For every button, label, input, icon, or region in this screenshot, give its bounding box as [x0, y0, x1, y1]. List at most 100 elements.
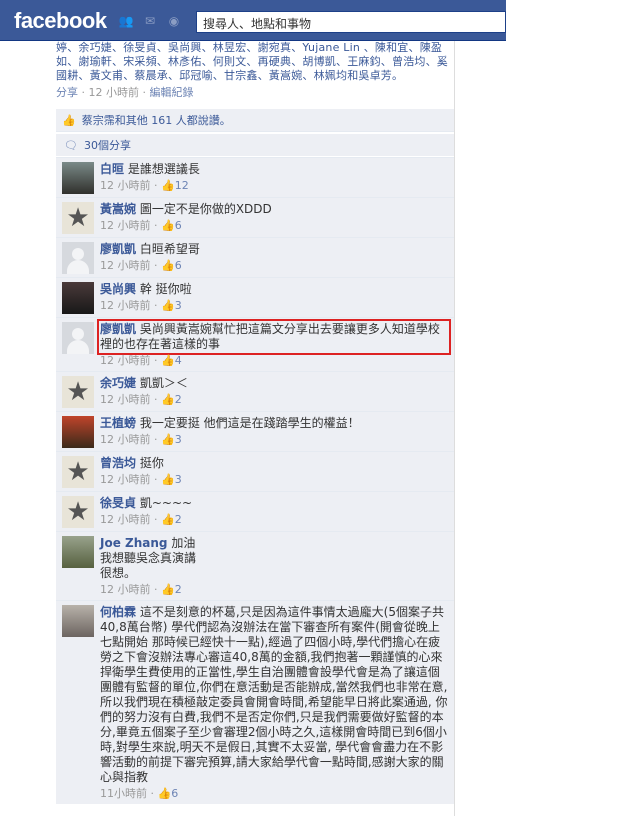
comment-meta: 12 小時前 · 👍3 [100, 473, 448, 487]
avatar[interactable]: ★ [62, 376, 94, 408]
comment-time[interactable]: 12 小時前 [100, 259, 151, 272]
comment-item: ★ 曾浩均 挺你 12 小時前 · 👍3 [56, 451, 454, 491]
comment-meta: 12 小時前 · 👍2 [100, 513, 448, 527]
like-count[interactable]: 3 [175, 473, 182, 486]
comment-time[interactable]: 12 小時前 [100, 179, 151, 192]
like-count[interactable]: 12 [175, 179, 189, 192]
comment-item: 白晅 是誰想選議長 12 小時前 · 👍12 [56, 157, 454, 197]
avatar[interactable]: ★ [62, 202, 94, 234]
like-icon[interactable]: 👍 [161, 259, 175, 272]
commenter-name[interactable]: 白晅 [100, 162, 124, 176]
like-count[interactable]: 6 [175, 219, 182, 232]
shares-bar: 🗨 30個分享 [56, 134, 454, 156]
friends-icon[interactable]: 👥 [118, 14, 134, 28]
avatar[interactable] [62, 242, 94, 274]
like-icon[interactable]: 👍 [161, 179, 175, 192]
like-icon[interactable]: 👍 [161, 513, 175, 526]
like-count[interactable]: 6 [171, 787, 178, 800]
messages-icon[interactable]: ✉ [142, 14, 158, 28]
avatar[interactable] [62, 282, 94, 314]
comment-item: 廖凱凱 白晅希望哥 12 小時前 · 👍6 [56, 237, 454, 277]
like-icon[interactable]: 👍 [161, 393, 175, 406]
separator: · [150, 299, 161, 312]
avatar[interactable] [62, 162, 94, 194]
commenter-name[interactable]: 廖凱凱 [100, 322, 136, 336]
share-icon: 🗨 [64, 138, 78, 152]
commenter-name[interactable]: 黃嵩婉 [100, 202, 136, 216]
like-count[interactable]: 2 [175, 393, 182, 406]
star-avatar-icon: ★ [66, 497, 90, 527]
comment-time[interactable]: 12 小時前 [100, 583, 151, 596]
like-count[interactable]: 3 [175, 433, 182, 446]
comment-time[interactable]: 12 小時前 [100, 219, 151, 232]
commenter-name[interactable]: 吳尚興 [100, 282, 136, 296]
tagged-names[interactable]: 婷、余巧婕、徐旻貞、吳尚興、林昱宏、謝宛真、Yujane Lin 、陳和宜、陳盈… [56, 41, 456, 83]
avatar[interactable] [62, 416, 94, 448]
comment-time[interactable]: 12 小時前 [100, 433, 151, 446]
star-avatar-icon: ★ [66, 457, 90, 487]
comment-time[interactable]: 12 小時前 [100, 513, 151, 526]
avatar[interactable] [62, 322, 94, 354]
like-count[interactable]: 3 [175, 299, 182, 312]
comment-item: ★ 余巧婕 凱凱＞＜ 12 小時前 · 👍2 [56, 371, 454, 411]
comment-body: 王植螃 我一定要挺 他們這是在踐踏學生的權益！ [100, 416, 448, 431]
like-icon[interactable]: 👍 [158, 787, 172, 800]
likes-text[interactable]: 蔡宗霈和其他 161 人都說讚。 [82, 112, 231, 128]
avatar[interactable] [62, 605, 94, 637]
comment-meta: 12 小時前 · 👍6 [100, 259, 448, 273]
top-bar: facebook 👥 ✉ ◉ 搜尋人、地點和事物 [0, 0, 506, 41]
separator: · [150, 393, 161, 406]
comment-text: 挺你 [136, 456, 164, 470]
comment-item: 何柏霖 這不是刻意的杯葛,只是因為這件事情太過龐大(5個案子共40,8萬台幣) … [56, 600, 454, 804]
like-icon[interactable]: 👍 [161, 433, 175, 446]
globe-icon[interactable]: ◉ [166, 14, 182, 28]
comment-list: 白晅 是誰想選議長 12 小時前 · 👍12 ★ 黃嵩婉 圖一定不是你做的XDDD 12… [56, 157, 454, 804]
like-icon[interactable]: 👍 [161, 473, 175, 486]
like-icon[interactable]: 👍 [161, 299, 175, 312]
comment-time[interactable]: 11小時前 [100, 787, 147, 800]
separator: · [150, 583, 161, 596]
like-icon[interactable]: 👍 [161, 219, 175, 232]
comment-item: 廖凱凱 吳尚興黃嵩婉幫忙把這篇文分享出去要讓更多人知道學校裡的也存在著這樣的事 1… [56, 317, 454, 371]
commenter-name[interactable]: 何柏霖 [100, 605, 136, 619]
separator: · [150, 354, 161, 367]
comment-body: 廖凱凱 白晅希望哥 [100, 242, 448, 257]
like-icon: 👍 [62, 113, 76, 127]
commenter-name[interactable]: 曾浩均 [100, 456, 136, 470]
like-count[interactable]: 2 [175, 513, 182, 526]
shares-text[interactable]: 30個分享 [84, 137, 131, 153]
comment-time[interactable]: 12 小時前 [100, 393, 151, 406]
like-count[interactable]: 6 [175, 259, 182, 272]
like-icon[interactable]: 👍 [161, 354, 175, 367]
comment-time[interactable]: 12 小時前 [100, 354, 151, 367]
commenter-name[interactable]: 徐旻貞 [100, 496, 136, 510]
post-time[interactable]: 12 小時前 [89, 86, 140, 99]
comment-text: 凱~~~~ [136, 496, 193, 510]
separator: · [150, 259, 161, 272]
edit-history-link[interactable]: 編輯紀錄 [150, 86, 194, 99]
separator: · [150, 433, 161, 446]
avatar[interactable]: ★ [62, 496, 94, 528]
avatar[interactable] [62, 536, 94, 568]
commenter-name[interactable]: 王植螃 [100, 416, 136, 430]
comment-body: 徐旻貞 凱~~~~ [100, 496, 448, 511]
commenter-name[interactable]: 廖凱凱 [100, 242, 136, 256]
comment-meta: 12 小時前 · 👍4 [100, 354, 448, 368]
avatar[interactable]: ★ [62, 456, 94, 488]
comment-body: 黃嵩婉 圖一定不是你做的XDDD [100, 202, 448, 217]
commenter-name[interactable]: 余巧婕 [100, 376, 136, 390]
facebook-logo[interactable]: facebook [14, 8, 107, 34]
like-count[interactable]: 4 [175, 354, 182, 367]
comment-time[interactable]: 12 小時前 [100, 299, 151, 312]
search-input[interactable]: 搜尋人、地點和事物 [196, 11, 506, 33]
like-icon[interactable]: 👍 [161, 583, 175, 596]
comment-time[interactable]: 12 小時前 [100, 473, 151, 486]
comment-meta: 12 小時前 · 👍3 [100, 433, 448, 447]
commenter-name[interactable]: Joe Zhang [100, 536, 168, 550]
comment-text: 凱凱＞＜ [136, 376, 188, 390]
post-body: 婷、余巧婕、徐旻貞、吳尚興、林昱宏、謝宛真、Yujane Lin 、陳和宜、陳盈… [56, 41, 456, 100]
share-link[interactable]: 分享 [56, 86, 78, 99]
comment-text: 白晅希望哥 [136, 242, 200, 256]
divider [454, 41, 455, 816]
like-count[interactable]: 2 [175, 583, 182, 596]
